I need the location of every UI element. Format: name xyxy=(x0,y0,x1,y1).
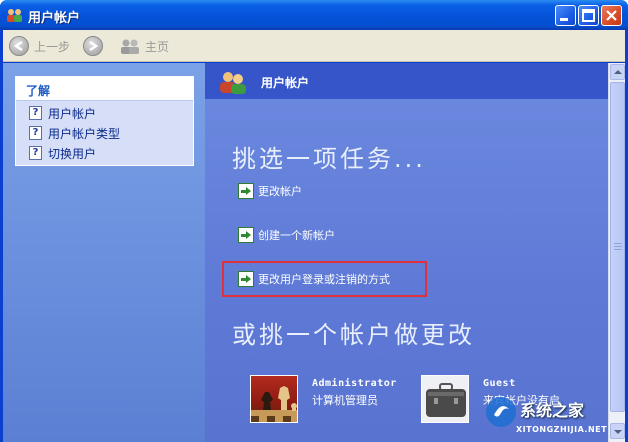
home-label: 主页 xyxy=(145,39,170,54)
watermark-text: 系统之家 xyxy=(520,401,585,420)
scroll-up-button[interactable] xyxy=(610,64,625,80)
scroll-thumb[interactable] xyxy=(610,82,625,412)
learn-item-label: 用户帐户 xyxy=(48,106,97,121)
pick-account-heading: 或挑一个帐户做更改 xyxy=(232,321,475,349)
window-title: 用户帐户 xyxy=(28,11,81,26)
grip-line xyxy=(614,243,622,244)
help-icon: ? xyxy=(29,106,42,120)
maximize-icon xyxy=(582,9,595,22)
forward-button[interactable] xyxy=(83,35,108,57)
forward-arrow-icon xyxy=(83,36,103,56)
home-users-icon xyxy=(121,39,139,54)
task-label: 创建一个新帐户 xyxy=(258,229,335,242)
account-name: Administrator xyxy=(312,378,397,389)
task-change-logon-logoff[interactable]: 更改用户登录或注销的方式 xyxy=(238,270,390,288)
learn-item-user-accounts[interactable]: ? 用户帐户 xyxy=(16,103,193,123)
briefcase-picture xyxy=(421,375,469,423)
minimize-button[interactable] xyxy=(555,5,576,26)
main-header-title: 用户帐户 xyxy=(261,76,310,90)
green-arrow-icon xyxy=(238,227,254,243)
learn-item-label: 用户帐户类型 xyxy=(48,126,121,141)
task-label: 更改帐户 xyxy=(258,185,302,198)
maximize-button[interactable] xyxy=(578,5,599,26)
back-label: 上一步 xyxy=(34,39,71,54)
toolbar: 上一步 主页 xyxy=(3,30,625,62)
help-icon: ? xyxy=(29,146,42,160)
arrow-up-icon xyxy=(614,70,622,74)
account-administrator[interactable]: Administrator 计算机管理员 xyxy=(250,375,397,425)
left-pane: 了解 ? 用户帐户 ? 用户帐户类型 ? 切换用户 xyxy=(3,63,205,442)
user-accounts-icon xyxy=(7,9,22,22)
back-arrow-icon xyxy=(9,36,29,56)
watermark: 系统之家 XITONGZHIJIA.NET xyxy=(480,391,628,442)
watermark-logo-icon xyxy=(486,397,516,427)
task-label: 更改用户登录或注销的方式 xyxy=(258,273,390,286)
learn-header: 了解 xyxy=(16,77,193,101)
learn-item-account-types[interactable]: ? 用户帐户类型 xyxy=(16,123,193,143)
chess-picture xyxy=(250,375,298,423)
green-arrow-icon xyxy=(238,271,254,287)
account-role: 计算机管理员 xyxy=(312,394,378,407)
account-name: Guest xyxy=(483,378,516,389)
learn-item-label: 切换用户 xyxy=(48,146,97,161)
close-button[interactable] xyxy=(601,5,622,26)
home-button[interactable]: 主页 xyxy=(119,35,169,57)
title-bar[interactable]: 用户帐户 xyxy=(0,0,628,30)
grip-line xyxy=(614,246,622,247)
main-pane: 用户帐户 挑选一项任务... 更改帐户 创建一个新帐户 更改用户登录或注销的方式… xyxy=(205,63,608,442)
main-header: 用户帐户 xyxy=(205,63,608,99)
pick-task-heading: 挑选一项任务... xyxy=(232,145,426,173)
window: 用户帐户 上一步 主页 了解 ? 用户帐户 ? 用户帐户类型 ? 切换用户 用户… xyxy=(0,0,628,442)
vertical-scrollbar[interactable] xyxy=(608,63,625,442)
green-arrow-icon xyxy=(238,183,254,199)
back-button[interactable]: 上一步 xyxy=(9,35,70,57)
grip-line xyxy=(614,249,622,250)
close-icon xyxy=(606,10,617,21)
content-area: 了解 ? 用户帐户 ? 用户帐户类型 ? 切换用户 用户帐户 挑选一项任务...… xyxy=(3,63,625,442)
user-accounts-icon xyxy=(220,72,246,94)
help-icon: ? xyxy=(29,126,42,140)
learn-about-panel: 了解 ? 用户帐户 ? 用户帐户类型 ? 切换用户 xyxy=(15,76,194,166)
learn-item-switch-users[interactable]: ? 切换用户 xyxy=(16,143,193,163)
minimize-icon xyxy=(560,18,568,21)
task-change-account[interactable]: 更改帐户 xyxy=(238,182,302,200)
watermark-url: XITONGZHIJIA.NET xyxy=(516,425,608,434)
task-create-account[interactable]: 创建一个新帐户 xyxy=(238,226,335,244)
